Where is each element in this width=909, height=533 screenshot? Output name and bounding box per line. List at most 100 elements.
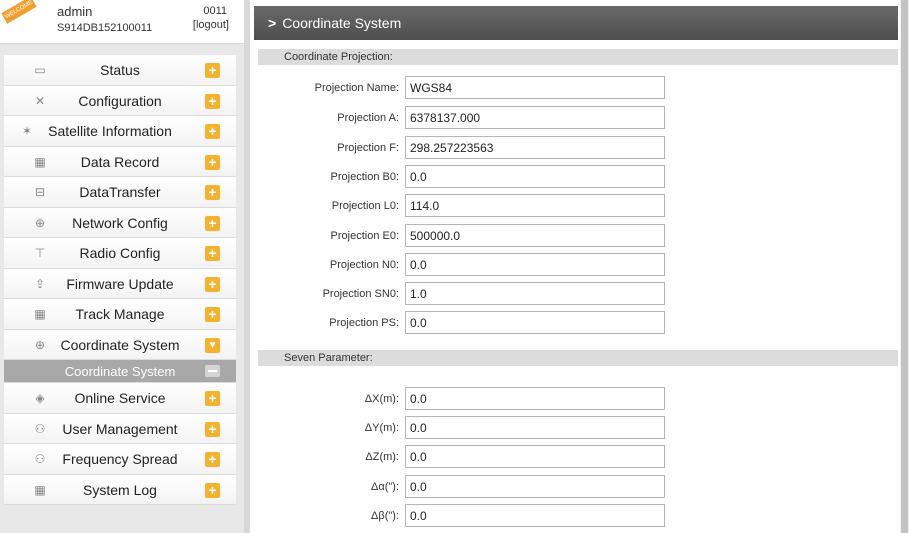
- expand-plus-icon[interactable]: +: [205, 276, 220, 292]
- menu-item-data-record[interactable]: ▦ Data Record +: [4, 146, 236, 177]
- menu-item-online-service[interactable]: ◈ Online Service +: [4, 383, 236, 414]
- expand-plus-icon[interactable]: +: [205, 421, 220, 437]
- menu-item-label: Configuration: [78, 92, 162, 109]
- field-label: ΔY(m):: [364, 422, 399, 434]
- minus-icon[interactable]: [205, 365, 220, 377]
- menu-item-label: System Log: [83, 481, 157, 498]
- menu-item-coordinate-system[interactable]: ⊕ Coordinate System ▼: [4, 329, 236, 360]
- menu-item-label: DataTransfer: [79, 184, 161, 200]
- field-projection-e0: Projection E0:: [258, 224, 898, 248]
- field-label: Projection E0:: [330, 230, 399, 242]
- delta-x-input[interactable]: [405, 387, 665, 410]
- menu-item-user-management[interactable]: ⚇ User Management +: [4, 413, 236, 444]
- collapse-chevron-icon[interactable]: ▼: [205, 337, 220, 353]
- section-header-seven-parameter: Seven Parameter:: [258, 350, 898, 366]
- field-projection-f: Projection F:: [258, 136, 898, 160]
- menu-item-track-manage[interactable]: ▦ Track Manage +: [4, 299, 236, 330]
- field-projection-a: Projection A:: [258, 106, 898, 130]
- menu-item-label: Firmware Update: [66, 275, 174, 292]
- field-delta-z: ΔZ(m):: [258, 445, 898, 469]
- delta-alpha-input[interactable]: [405, 475, 665, 498]
- field-projection-l0: Projection L0:: [258, 194, 898, 218]
- projection-sn0-input[interactable]: [405, 282, 665, 305]
- field-projection-ps: Projection PS:: [258, 311, 898, 335]
- field-label: Δβ("):: [371, 510, 399, 522]
- projection-n0-input[interactable]: [405, 253, 665, 276]
- expand-plus-icon[interactable]: +: [205, 391, 220, 406]
- expand-plus-icon[interactable]: +: [205, 452, 220, 467]
- menu-item-network-config[interactable]: ⊕ Network Config +: [4, 207, 236, 238]
- menu-item-label: Frequency Spread: [62, 451, 178, 467]
- field-label: Projection N0:: [329, 259, 399, 271]
- menu-item-system-log[interactable]: ▦ System Log +: [4, 474, 236, 505]
- device-serial: S914DB152100011: [57, 22, 153, 34]
- nav-menu: ▭ Status + ✕ Configuration + ✶ Satellite…: [4, 55, 236, 505]
- page-title: Coordinate System: [282, 15, 402, 31]
- expand-plus-icon[interactable]: +: [205, 215, 220, 231]
- menu-item-satellite-information[interactable]: ✶ Satellite Information +: [4, 116, 236, 147]
- field-label: Projection F:: [337, 142, 399, 154]
- logout-link[interactable]: [logout]: [193, 19, 229, 31]
- expand-plus-icon[interactable]: +: [205, 93, 220, 109]
- menu-item-configuration[interactable]: ✕ Configuration +: [4, 85, 236, 116]
- user-panel: WELCOME admin S914DB152100011 0011 [logo…: [0, 0, 244, 44]
- projection-l0-input[interactable]: [405, 194, 665, 217]
- field-label: Projection SN0:: [322, 288, 399, 300]
- menu-item-firmware-update[interactable]: ⇪ Firmware Update +: [4, 268, 236, 299]
- submenu-item-label: Coordinate System: [64, 364, 176, 379]
- menu-item-label: Data Record: [80, 153, 160, 170]
- field-label: Projection A:: [337, 112, 399, 124]
- menu-item-radio-config[interactable]: ⊤ Radio Config +: [4, 238, 236, 269]
- field-projection-b0: Projection B0:: [258, 165, 898, 189]
- section-header-projection: Coordinate Projection:: [258, 49, 898, 65]
- scrollbar-thumb[interactable]: [901, 0, 908, 533]
- delta-beta-input[interactable]: [405, 504, 665, 527]
- expand-plus-icon[interactable]: +: [205, 154, 220, 170]
- menu-item-label: Online Service: [74, 390, 166, 406]
- projection-e0-input[interactable]: [405, 224, 665, 247]
- expand-plus-icon[interactable]: +: [205, 63, 220, 78]
- menu-item-label: Track Manage: [75, 306, 165, 322]
- delta-y-input[interactable]: [405, 416, 665, 439]
- menu-item-label: Satellite Information: [48, 123, 172, 139]
- username: admin: [57, 4, 93, 19]
- field-label: Projection B0:: [330, 171, 399, 183]
- projection-f-input[interactable]: [405, 136, 665, 159]
- menu-item-datatransfer[interactable]: ⊟ DataTransfer +: [4, 177, 236, 208]
- field-delta-y: ΔY(m):: [258, 416, 898, 440]
- menu-item-frequency-spread[interactable]: ⚇ Frequency Spread +: [4, 444, 236, 475]
- field-projection-name: Projection Name:: [258, 76, 898, 100]
- submenu-item-coordinate-system[interactable]: Coordinate System: [4, 360, 236, 383]
- field-projection-n0: Projection N0:: [258, 253, 898, 277]
- field-label: Projection PS:: [329, 317, 399, 329]
- field-label: Projection L0:: [331, 200, 399, 212]
- chevron-right-icon: >: [268, 15, 277, 31]
- field-label: ΔX(m):: [364, 393, 399, 405]
- projection-a-input[interactable]: [405, 106, 665, 129]
- menu-item-label: Coordinate System: [60, 336, 180, 353]
- menu-item-label: Radio Config: [79, 245, 161, 261]
- projection-b0-input[interactable]: [405, 165, 665, 188]
- field-label: Δα("):: [371, 481, 399, 493]
- sidebar: WELCOME admin S914DB152100011 0011 [logo…: [0, 0, 244, 533]
- page-title-bar: > Coordinate System: [254, 6, 898, 40]
- projection-name-input[interactable]: [405, 76, 665, 99]
- field-delta-alpha: Δα("):: [258, 475, 898, 499]
- field-delta-beta: Δβ("):: [258, 504, 898, 528]
- expand-plus-icon[interactable]: +: [205, 307, 220, 322]
- expand-plus-icon[interactable]: +: [205, 246, 220, 261]
- menu-item-status[interactable]: ▭ Status +: [4, 55, 236, 86]
- expand-plus-icon[interactable]: +: [205, 185, 220, 200]
- menu-item-label: User Management: [62, 420, 178, 437]
- field-delta-x: ΔX(m):: [258, 387, 898, 411]
- expand-plus-icon[interactable]: +: [205, 124, 220, 139]
- projection-ps-input[interactable]: [405, 311, 665, 334]
- welcome-badge: WELCOME: [1, 0, 37, 24]
- delta-z-input[interactable]: [405, 445, 665, 468]
- menu-item-label: Network Config: [72, 214, 168, 231]
- expand-plus-icon[interactable]: +: [205, 482, 220, 498]
- main-content: > Coordinate System Coordinate Projection…: [250, 0, 900, 533]
- field-label: Projection Name:: [314, 82, 399, 94]
- field-projection-sn0: Projection SN0:: [258, 282, 898, 306]
- menu-item-label: Status: [100, 62, 140, 78]
